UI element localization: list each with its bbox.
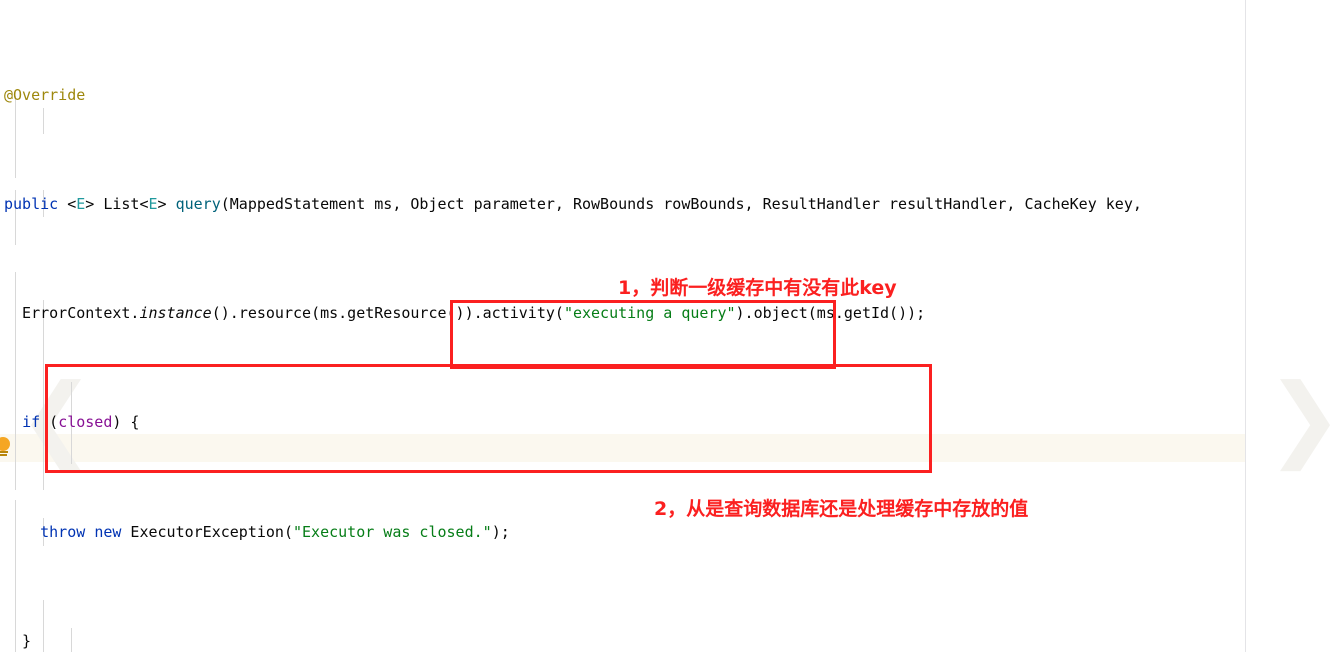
token-annotation: @Override	[4, 85, 86, 104]
code-line[interactable]: public <E> List<E> query(MappedStatement…	[0, 191, 1338, 218]
code-editor[interactable]: ❮ ❯ @Override public <E> List<E> query(M…	[0, 0, 1338, 652]
annotation-label-2: 2，从是查询数据库还是处理缓存中存放的值	[654, 498, 1029, 520]
code-line[interactable]: ErrorContext.instance().resource(ms.getR…	[0, 300, 1338, 327]
code-content[interactable]: @Override public <E> List<E> query(Mappe…	[0, 0, 1338, 652]
annotation-label-1: 1，判断一级缓存中有没有此key	[618, 277, 897, 299]
code-line[interactable]: throw new ExecutorException("Executor wa…	[0, 519, 1338, 546]
code-line[interactable]: @Override	[0, 82, 1338, 109]
code-line[interactable]: if (closed) {	[0, 409, 1338, 436]
code-line[interactable]: }	[0, 628, 1338, 652]
